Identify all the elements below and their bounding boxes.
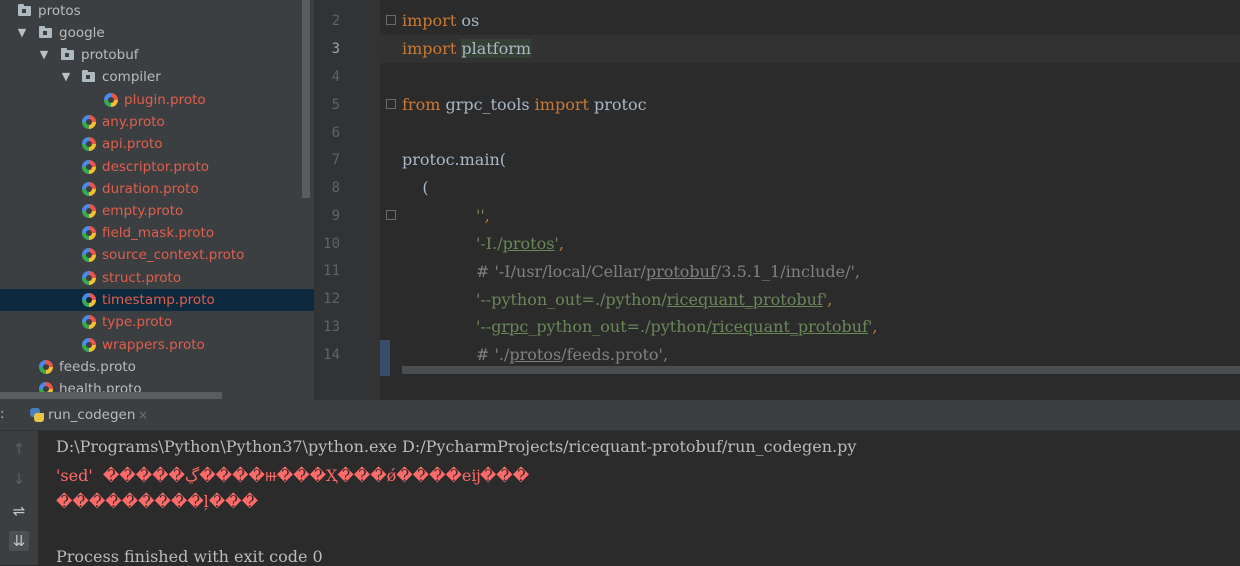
fold-marker-icon[interactable] — [386, 210, 396, 220]
code-editor[interactable]: 2 3 4 5 6 7 8 9 10 11 12 13 14 import os… — [314, 0, 1240, 400]
code-line: '', — [476, 206, 490, 225]
fold-marker-icon[interactable] — [386, 99, 396, 109]
close-icon[interactable]: × — [138, 400, 148, 430]
chevron-down-icon[interactable]: ▼ — [60, 66, 72, 88]
run-panel-title: : — [0, 407, 5, 422]
code-line: '-I./protos', — [476, 234, 564, 253]
proto-file-icon — [82, 271, 96, 285]
proto-file-icon — [82, 248, 96, 262]
line-number: 3 — [331, 41, 340, 57]
tree-item-descriptor-proto[interactable]: descriptor.proto — [0, 156, 314, 178]
tree-item-api-proto[interactable]: api.proto — [0, 133, 314, 155]
proto-file-icon — [39, 360, 53, 374]
line-number: 13 — [323, 319, 340, 335]
tree-item-any-proto[interactable]: any.proto — [0, 111, 314, 133]
line-number-gutter — [314, 0, 380, 400]
fold-marker-icon[interactable] — [386, 15, 396, 25]
line-number: 2 — [331, 13, 340, 29]
code-line: import os — [402, 11, 480, 30]
line-number: 14 — [323, 347, 340, 363]
tree-item-plugin-proto[interactable]: plugin.proto — [0, 89, 314, 111]
tree-item-source-context-proto[interactable]: source_context.proto — [0, 244, 314, 266]
tree-item-compiler[interactable]: ▼ compiler — [0, 66, 314, 88]
console-line: D:\Programs\Python\Python37\python.exe D… — [56, 437, 857, 456]
soft-wrap-icon[interactable]: ⇌ — [9, 501, 29, 521]
tree-item-duration-proto[interactable]: duration.proto — [0, 178, 314, 200]
folder-icon — [39, 26, 52, 38]
tree-item-type-proto[interactable]: type.proto — [0, 311, 314, 333]
run-console[interactable]: D:\Programs\Python\Python37\python.exe D… — [38, 431, 1240, 566]
code-line: from grpc_tools import protoc — [402, 95, 647, 114]
console-line: Process finished with exit code 0 — [56, 547, 323, 566]
tree-item-protobuf[interactable]: ▼ protobuf — [0, 44, 314, 66]
proto-file-icon — [82, 204, 96, 218]
arrow-up-icon[interactable]: ↑ — [9, 439, 29, 459]
run-panel-header: : run_codegen × — [0, 400, 1240, 431]
line-number: 10 — [323, 236, 340, 252]
code-line: # './protos/feeds.proto', — [476, 345, 669, 364]
tree-vertical-scrollbar[interactable] — [302, 0, 310, 198]
proto-file-icon — [82, 338, 96, 352]
line-number: 9 — [331, 208, 340, 224]
code-line: '--python_out=./python/ricequant_protobu… — [476, 290, 833, 309]
run-toolbar: ↑ ↓ ⇌ ⇊ — [0, 431, 38, 565]
project-tree: protos ▼ google ▼ protobuf ▼ compiler pl… — [0, 0, 314, 400]
python-icon — [30, 408, 44, 422]
proto-file-icon — [82, 293, 96, 307]
code-line: protoc.main( — [402, 150, 507, 169]
line-number: 12 — [323, 291, 340, 307]
code-line: # '-I/usr/local/Cellar/protobuf/3.5.1_1/… — [476, 262, 860, 281]
chevron-down-icon[interactable]: ▼ — [16, 22, 28, 44]
tree-item-google[interactable]: ▼ google — [0, 22, 314, 44]
proto-file-icon — [82, 226, 96, 240]
tree-item-empty-proto[interactable]: empty.proto — [0, 200, 314, 222]
line-number: 7 — [331, 152, 340, 168]
console-error-line: 'sed' �����ڲ����ⲿ���Ҳ���ǿ����еĳ��� — [56, 466, 530, 485]
line-number: 8 — [331, 180, 340, 196]
run-tab-label: run_codegen — [48, 407, 136, 423]
folder-icon — [18, 4, 31, 16]
tree-item-timestamp-proto[interactable]: timestamp.proto — [0, 289, 314, 311]
proto-file-icon — [82, 137, 96, 151]
arrow-down-icon[interactable]: ↓ — [9, 469, 29, 489]
proto-file-icon — [82, 182, 96, 196]
tree-item-feeds-proto[interactable]: feeds.proto — [0, 356, 314, 378]
proto-file-icon — [104, 93, 118, 107]
editor-horizontal-scrollbar[interactable] — [402, 366, 1240, 374]
tree-item-struct-proto[interactable]: struct.proto — [0, 267, 314, 289]
change-marker — [380, 340, 390, 376]
tree-item-protos[interactable]: protos — [0, 0, 314, 22]
line-number: 6 — [331, 125, 340, 141]
tree-horizontal-scrollbar[interactable] — [0, 392, 222, 399]
line-number: 5 — [331, 97, 340, 113]
code-line: import platform — [402, 39, 532, 58]
chevron-down-icon[interactable]: ▼ — [38, 44, 50, 66]
code-line: '--grpc_python_out=./python/ricequant_pr… — [476, 317, 878, 336]
proto-file-icon — [82, 315, 96, 329]
folder-icon — [61, 48, 74, 60]
scroll-to-end-icon[interactable]: ⇊ — [9, 531, 29, 551]
run-tab[interactable]: run_codegen × — [28, 400, 158, 430]
line-number: 4 — [331, 69, 340, 85]
tree-item-field-mask-proto[interactable]: field_mask.proto — [0, 222, 314, 244]
tree-item-wrappers-proto[interactable]: wrappers.proto — [0, 334, 314, 356]
proto-file-icon — [82, 115, 96, 129]
folder-icon — [82, 70, 95, 82]
proto-file-icon — [82, 160, 96, 174]
console-error-line: ���������ļ��� — [56, 492, 258, 511]
line-number: 11 — [323, 263, 340, 279]
code-line: ( — [402, 178, 429, 197]
